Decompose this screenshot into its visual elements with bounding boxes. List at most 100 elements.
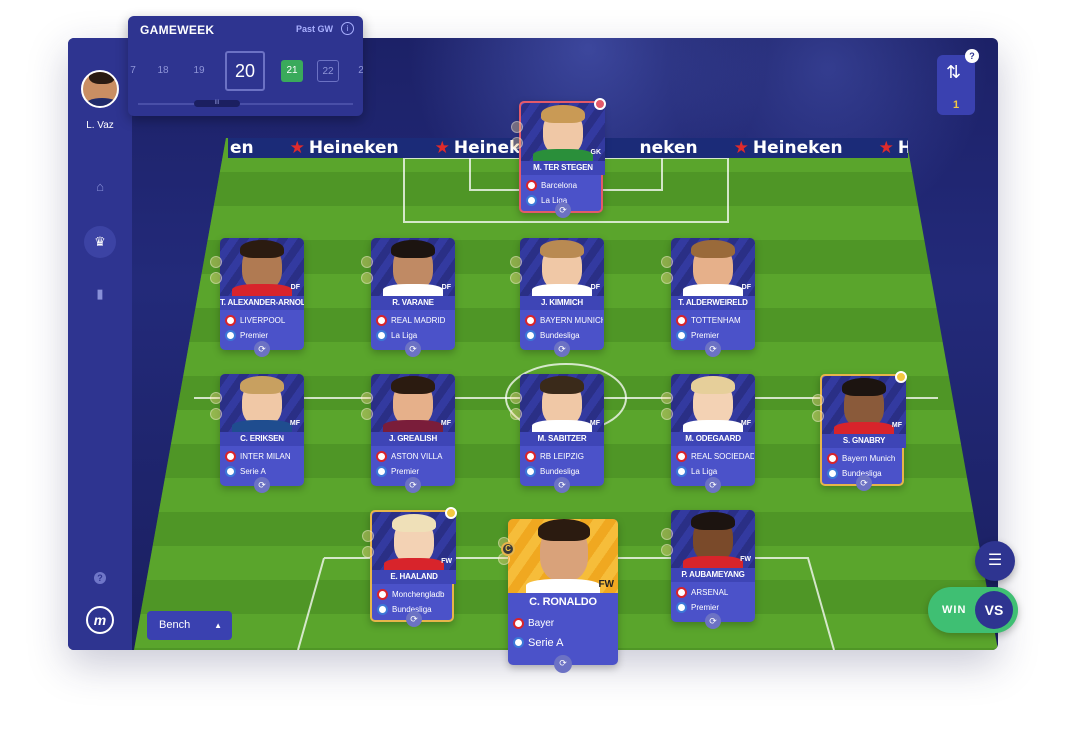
app-logo[interactable]: m (86, 606, 114, 634)
gameweek-item[interactable]: 2 (350, 60, 363, 82)
gameweek-current[interactable]: 20 (225, 51, 265, 91)
substitute-icon[interactable]: ⟳ (705, 613, 721, 629)
substitute-icon[interactable]: ⟳ (555, 202, 571, 218)
league-logo-icon (676, 330, 687, 341)
player-card[interactable]: MF S. GNABRY Bayern Munich Bundesliga ⟳ (812, 371, 907, 491)
substitute-icon[interactable]: ⟳ (254, 341, 270, 357)
player-name: M. ODEGAARD (671, 432, 755, 446)
player-club: TOTTENHAM (676, 314, 754, 327)
player-league: La Liga (376, 329, 454, 342)
league-logo-icon (676, 602, 687, 613)
chip-indicator (812, 410, 824, 422)
club-name: ASTON VILLA (391, 452, 443, 461)
chip-indicator (510, 408, 522, 420)
trophy-icon[interactable]: ♛ (84, 226, 116, 258)
player-position: DF (741, 284, 751, 291)
player-hair (540, 376, 584, 394)
player-card[interactable]: FW P. AUBAMEYANG ARSENAL Premier ⟳ (661, 510, 755, 629)
player-club: Bayer (513, 617, 591, 630)
player-portrait: DF (671, 238, 755, 296)
player-card[interactable]: DF T. ALEXANDER-ARNOLD LIVERPOOL Premier ⟳ (210, 238, 304, 357)
player-club: LIVERPOOL (225, 314, 303, 327)
gameweek-scroll-handle[interactable]: III (194, 100, 240, 107)
transfers-button[interactable]: ⇅ 1 ? (937, 49, 979, 115)
app-root: en ★ Heineken ★ Heineken neken ★ Heineken ★… (0, 0, 1067, 756)
gameweek-item[interactable]: 7 (128, 60, 144, 82)
player-card[interactable]: FW E. HAALAND Monchengladb Bundesliga ⟳ (362, 507, 457, 627)
player-shirt (532, 284, 592, 296)
player-portrait: MF (671, 374, 755, 432)
player-club: Monchengladb (377, 588, 455, 601)
avatar[interactable] (81, 70, 119, 108)
substitute-icon[interactable]: ⟳ (406, 611, 422, 627)
player-card[interactable]: MF M. ODEGAARD REAL SOCIEDAD La Liga ⟳ (661, 374, 755, 493)
player-name: M. TER STEGEN (521, 161, 605, 175)
star-icon: ★ (733, 138, 749, 158)
substitute-icon[interactable]: ⟳ (254, 477, 270, 493)
player-card[interactable]: MF M. SABITZER RB LEIPZIG Bundesliga ⟳ (510, 374, 604, 493)
substitute-icon[interactable]: ⟳ (554, 341, 570, 357)
substitute-icon[interactable]: ⟳ (554, 477, 570, 493)
player-position: DF (441, 284, 451, 291)
league-logo-icon (827, 468, 838, 479)
chip-indicator (361, 272, 373, 284)
player-league: Premier (376, 465, 454, 478)
league-name: Premier (391, 467, 420, 476)
help-icon[interactable]: ? (94, 572, 106, 584)
status-badge (895, 371, 907, 383)
gameweek-item[interactable]: 18 (152, 60, 174, 82)
club-crest-icon (827, 453, 838, 464)
player-club: ASTON VILLA (376, 450, 454, 463)
player-card[interactable]: DF R. VARANE REAL MADRID La Liga ⟳ (361, 238, 455, 357)
sidebar: L. Vaz ⌂ ♛ ▮ ? m (68, 38, 132, 650)
substitute-icon[interactable]: ⟳ (405, 341, 421, 357)
player-card[interactable]: DF T. ALDERWEIRELD TOTTENHAM Premier ⟳ (661, 238, 755, 357)
chip-indicator (361, 408, 373, 420)
player-shirt (532, 420, 592, 432)
substitute-icon[interactable]: ⟳ (705, 341, 721, 357)
player-hair (538, 519, 590, 541)
club-crest-icon (525, 451, 536, 462)
league-logo-icon (513, 637, 524, 648)
info-icon[interactable]: i (341, 22, 354, 35)
win-label: WIN (942, 604, 967, 616)
win-vs-button[interactable]: WIN VS (928, 587, 1018, 633)
player-hair (691, 376, 735, 394)
substitute-icon[interactable]: ⟳ (554, 655, 572, 673)
player-position: MF (289, 420, 300, 427)
player-card[interactable]: GK M. TER STEGEN Barcelona La Liga ⟳ (511, 98, 606, 218)
gameweek-scroll-track[interactable] (138, 103, 353, 105)
player-card[interactable]: FW C. RONALDO Bayer Serie A ⟳ (498, 519, 618, 673)
bench-toggle[interactable]: Bench ▲ (147, 611, 232, 640)
ad-text: ★Heineken (289, 138, 399, 158)
league-logo-icon (525, 330, 536, 341)
gameweek-item[interactable]: 19 (188, 60, 210, 82)
chip-indicator (362, 546, 374, 558)
chip-indicator (661, 256, 673, 268)
player-name: T. ALEXANDER-ARNOLD (220, 296, 304, 310)
list-view-button[interactable]: ☰ (975, 541, 1015, 581)
player-card[interactable]: DF J. KIMMICH BAYERN MUNICH Bundesliga ⟳ (510, 238, 604, 357)
gameweek-item[interactable]: 22 (317, 60, 339, 82)
player-card[interactable]: MF C. ERIKSEN INTER MILAN Serie A ⟳ (210, 374, 304, 493)
substitute-icon[interactable]: ⟳ (405, 477, 421, 493)
substitute-icon[interactable]: ⟳ (705, 477, 721, 493)
player-shirt (383, 420, 443, 432)
player-hair (842, 378, 886, 396)
list-icon: ☰ (987, 552, 1003, 569)
gameweek-item-live[interactable]: 21 (281, 60, 303, 82)
club-name: LIVERPOOL (240, 316, 286, 325)
stats-icon[interactable]: ▮ (90, 284, 110, 304)
chevron-up-icon: ▲ (214, 621, 222, 630)
player-card[interactable]: MF J. GREALISH ASTON VILLA Premier ⟳ (361, 374, 455, 493)
player-portrait: FW (671, 510, 755, 568)
star-icon: ★ (878, 138, 894, 158)
club-name: Monchengladb (392, 590, 445, 599)
substitute-icon[interactable]: ⟳ (856, 475, 872, 491)
user-name: L. Vaz (86, 120, 114, 131)
help-icon[interactable]: ? (965, 49, 979, 63)
past-gw-link[interactable]: Past GW (296, 24, 333, 34)
club-crest-icon (676, 315, 687, 326)
player-hair (391, 240, 435, 258)
home-icon[interactable]: ⌂ (90, 176, 110, 196)
